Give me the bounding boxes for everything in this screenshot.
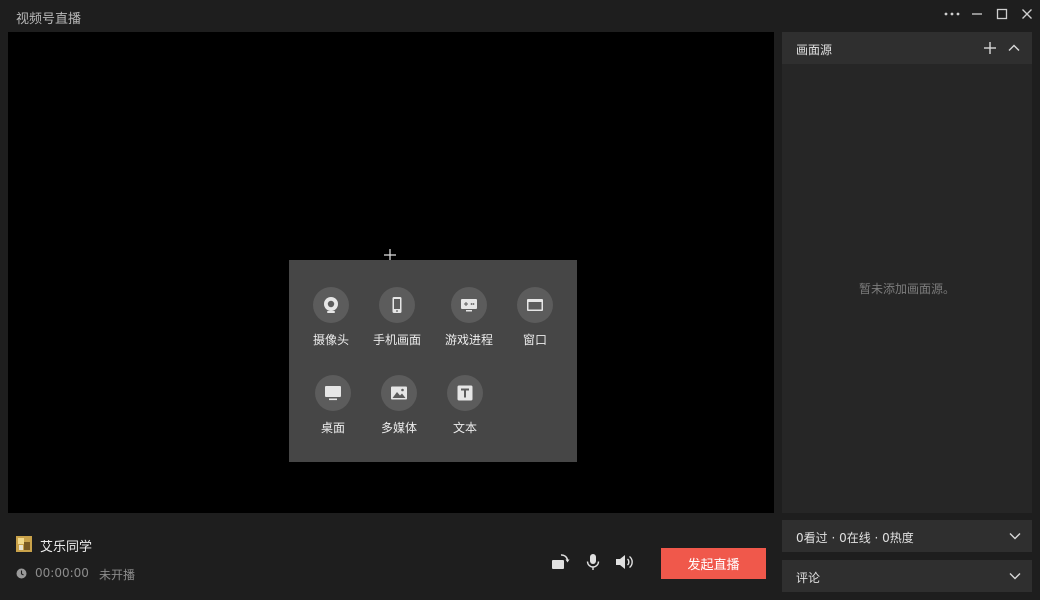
add-source-menu: 摄像头 手机画面 游戏进程 窗口 桌面 多媒体 文本 xyxy=(289,260,577,462)
source-option-label: 手机画面 xyxy=(372,333,421,347)
microphone-icon[interactable] xyxy=(583,553,603,571)
source-option-phone[interactable]: 手机画面 xyxy=(357,287,437,348)
maximize-icon[interactable] xyxy=(990,4,1014,24)
user-name: 艾乐同学 xyxy=(40,540,93,555)
title-bar: 视频号直播 xyxy=(0,0,1040,32)
text-icon xyxy=(447,375,483,411)
comments-text: 评论 xyxy=(796,571,821,585)
add-source-icon[interactable] xyxy=(982,40,998,56)
webcam-icon xyxy=(313,287,349,323)
source-panel-title: 画面源 xyxy=(796,43,833,57)
chevron-down-icon xyxy=(1009,573,1021,580)
desktop-icon xyxy=(315,375,351,411)
app-window: 视频号直播 摄像头 手机画面 游戏进程 窗口 桌面 多媒体 文本 画面源 暂未添… xyxy=(0,0,1040,600)
window-icon xyxy=(517,287,553,323)
source-option-text[interactable]: 文本 xyxy=(425,375,505,436)
game-process-icon xyxy=(451,287,487,323)
rotate-screen-icon[interactable] xyxy=(551,553,571,571)
media-icon xyxy=(381,375,417,411)
live-status: 未开播 xyxy=(99,568,136,582)
source-panel-header: 画面源 xyxy=(782,32,1032,64)
source-option-label: 文本 xyxy=(452,421,477,435)
comments-row[interactable]: 评论 xyxy=(782,560,1032,592)
clock-icon xyxy=(16,568,27,579)
live-duration: 00:00:00 xyxy=(35,566,89,580)
minimize-icon[interactable] xyxy=(965,4,989,24)
empty-source-text: 暂未添加画面源。 xyxy=(858,282,955,296)
avatar[interactable] xyxy=(16,536,32,552)
phone-icon xyxy=(379,287,415,323)
live-preview-area[interactable]: 摄像头 手机画面 游戏进程 窗口 桌面 多媒体 文本 xyxy=(8,32,774,513)
speaker-icon[interactable] xyxy=(614,553,634,571)
chevron-up-icon[interactable] xyxy=(1006,40,1022,56)
source-option-label: 窗口 xyxy=(522,333,547,347)
stats-row[interactable]: 0看过 · 0在线 · 0热度 xyxy=(782,520,1032,552)
source-panel: 画面源 暂未添加画面源。 xyxy=(782,32,1032,513)
more-icon[interactable] xyxy=(940,4,964,24)
app-title: 视频号直播 xyxy=(16,12,82,27)
start-live-button[interactable]: 发起直播 xyxy=(661,548,766,579)
chevron-down-icon xyxy=(1009,533,1021,540)
close-icon[interactable] xyxy=(1015,4,1039,24)
stats-text: 0看过 · 0在线 · 0热度 xyxy=(796,531,914,545)
source-option-window[interactable]: 窗口 xyxy=(495,287,575,348)
